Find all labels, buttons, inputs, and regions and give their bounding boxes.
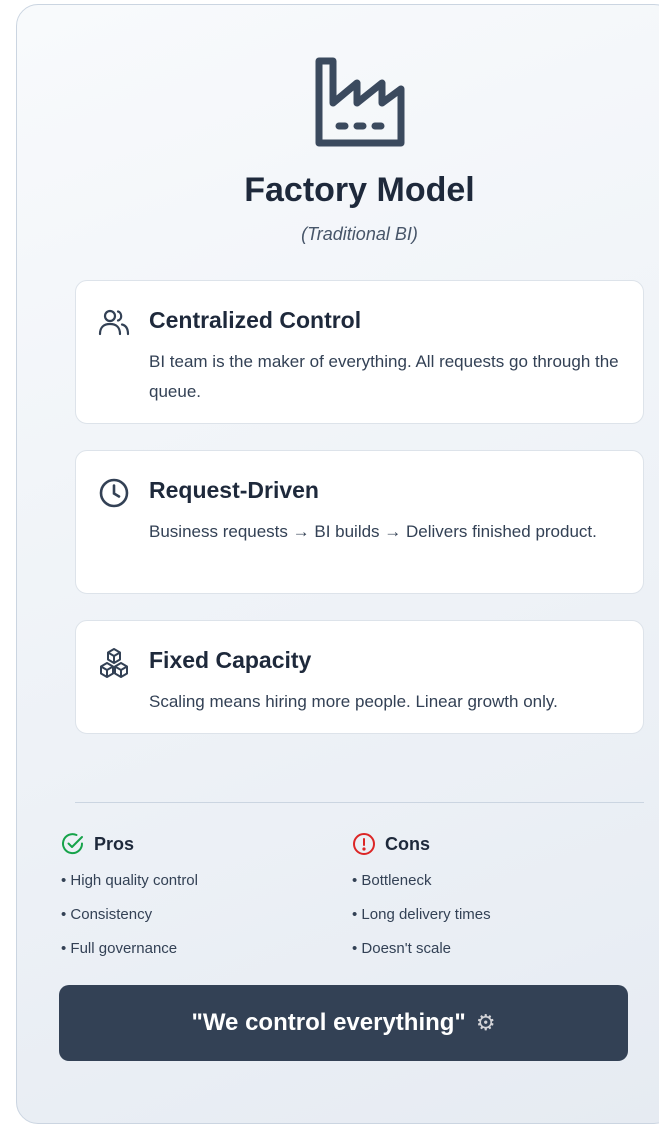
pros-title: Pros xyxy=(94,833,135,854)
cons-header: Cons xyxy=(352,831,612,857)
cons-item: • Long delivery times xyxy=(352,906,491,923)
card-fixed-capacity: Fixed Capacity Scaling means hiring more… xyxy=(75,620,644,734)
pros-item: • Consistency xyxy=(61,906,153,923)
card-description: Business requests → BI builds → Delivers… xyxy=(149,522,597,541)
cons-item: • Doesn't scale xyxy=(352,940,451,957)
page-title: Factory Model xyxy=(244,171,475,209)
factory-model-panel: Factory Model (Traditional BI) Centraliz… xyxy=(16,4,659,1124)
quote-banner: "We control everything" ⚙ xyxy=(59,985,628,1061)
pros-section: Pros • High quality control • Consistenc… xyxy=(61,831,321,974)
pros-item: • High quality control xyxy=(61,872,198,889)
users-icon xyxy=(98,309,130,336)
page-subtitle: (Traditional BI) xyxy=(301,224,418,244)
divider xyxy=(75,802,644,803)
boxes-icon xyxy=(100,648,128,678)
card-description: BI team is the maker of everything. All … xyxy=(149,352,619,401)
pros-item: • Full governance xyxy=(61,940,178,957)
cons-item: • Bottleneck xyxy=(352,872,432,889)
check-circle-icon xyxy=(62,833,84,855)
card-description: Scaling means hiring more people. Linear… xyxy=(149,692,558,711)
cons-list: • Bottleneck • Long delivery times • Doe… xyxy=(352,872,612,974)
card-request-driven: Request-Driven Business requests → BI bu… xyxy=(75,450,644,594)
clock-icon xyxy=(99,478,129,508)
cons-section: Cons • Bottleneck • Long delivery times … xyxy=(352,831,612,974)
card-title: Centralized Control xyxy=(149,307,362,333)
pros-list: • High quality control • Consistency • F… xyxy=(61,872,321,974)
card-centralized-control: Centralized Control BI team is the maker… xyxy=(75,280,644,424)
quote-text: "We control everything" xyxy=(191,1009,466,1036)
card-title: Fixed Capacity xyxy=(149,647,312,673)
gear-icon: ⚙ xyxy=(475,1010,496,1035)
alert-circle-icon xyxy=(353,833,375,855)
card-title: Request-Driven xyxy=(149,477,319,503)
cons-title: Cons xyxy=(385,833,430,854)
factory-icon xyxy=(315,57,405,147)
pros-header: Pros xyxy=(61,831,321,857)
